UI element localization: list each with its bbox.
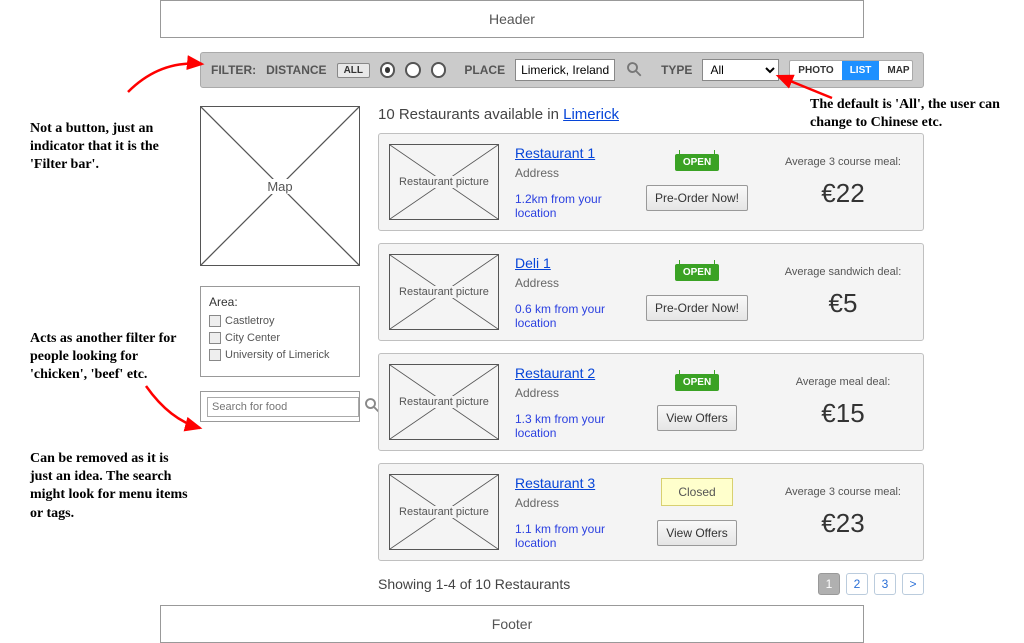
filter-label: FILTER: <box>211 63 256 77</box>
results-location-link[interactable]: Limerick <box>563 106 619 123</box>
restaurant-name-link[interactable]: Deli 1 <box>515 255 551 271</box>
type-select[interactable]: All <box>702 59 779 81</box>
restaurant-cta-button[interactable]: View Offers <box>657 520 737 546</box>
distance-radio-1[interactable] <box>380 62 395 78</box>
restaurant-address: Address <box>515 496 621 510</box>
area-title: Area: <box>209 295 351 309</box>
page-2[interactable]: 2 <box>846 573 868 595</box>
restaurant-name-link[interactable]: Restaurant 2 <box>515 365 595 381</box>
distance-radio-2[interactable] <box>405 62 420 78</box>
restaurant-thumb[interactable]: Restaurant picture <box>389 474 499 550</box>
map-placeholder[interactable]: Map <box>200 106 360 266</box>
price-value: €15 <box>773 398 913 429</box>
pager: 1 2 3 > <box>818 573 924 595</box>
open-badge: OPEN <box>675 264 719 281</box>
restaurant-distance: 1.2km from your location <box>515 192 621 220</box>
restaurant-cta-button[interactable]: Pre-Order Now! <box>646 295 748 321</box>
food-search-input[interactable] <box>207 397 359 417</box>
area-option[interactable]: Castletroy <box>209 315 351 327</box>
annotation-text: Not a button, just an indicator that it … <box>30 120 190 175</box>
restaurant-distance: 1.3 km from your location <box>515 412 621 440</box>
checkbox-icon[interactable] <box>209 332 221 344</box>
area-filter: Area: Castletroy City Center University … <box>200 286 360 377</box>
restaurant-distance: 0.6 km from your location <box>515 302 621 330</box>
page-next[interactable]: > <box>902 573 924 595</box>
open-badge: OPEN <box>675 374 719 391</box>
annotation-text: The default is 'All', the user can chang… <box>810 96 1020 132</box>
results-showing: Showing 1-4 of 10 Restaurants <box>378 576 570 592</box>
price-value: €23 <box>773 508 913 539</box>
distance-all-pill[interactable]: ALL <box>337 63 370 78</box>
distance-label: DISTANCE <box>266 63 326 77</box>
view-list[interactable]: LIST <box>842 61 880 80</box>
search-icon[interactable] <box>625 60 643 81</box>
restaurant-cta-button[interactable]: View Offers <box>657 405 737 431</box>
restaurant-address: Address <box>515 276 621 290</box>
header: Header <box>160 0 864 38</box>
price-value: €22 <box>773 178 913 209</box>
page-1[interactable]: 1 <box>818 573 840 595</box>
area-option[interactable]: City Center <box>209 332 351 344</box>
restaurant-card: Restaurant picture Restaurant 2 Address 1.3… <box>378 353 924 451</box>
restaurant-address: Address <box>515 386 621 400</box>
footer: Footer <box>160 605 864 643</box>
restaurant-name-link[interactable]: Restaurant 3 <box>515 475 595 491</box>
area-option[interactable]: University of Limerick <box>209 349 351 361</box>
place-label: PLACE <box>464 63 505 77</box>
restaurant-name-link[interactable]: Restaurant 1 <box>515 145 595 161</box>
checkbox-icon[interactable] <box>209 315 221 327</box>
distance-radio-3[interactable] <box>431 62 446 78</box>
open-badge: OPEN <box>675 154 719 171</box>
place-input[interactable] <box>515 59 615 81</box>
price-label: Average 3 course meal: <box>773 156 913 168</box>
restaurant-card: Restaurant picture Restaurant 1 Address 1.2… <box>378 133 924 231</box>
price-value: €5 <box>773 288 913 319</box>
restaurant-distance: 1.1 km from your location <box>515 522 621 550</box>
restaurant-thumb[interactable]: Restaurant picture <box>389 144 499 220</box>
annotation-text: Can be removed as it is just an idea. Th… <box>30 450 190 523</box>
page-3[interactable]: 3 <box>874 573 896 595</box>
annotation-arrow <box>120 50 210 100</box>
price-label: Average 3 course meal: <box>773 486 913 498</box>
annotation-arrow <box>140 380 210 440</box>
restaurant-card: Restaurant picture Deli 1 Address 0.6 km fr… <box>378 243 924 341</box>
restaurant-card: Restaurant picture Restaurant 3 Address 1.1… <box>378 463 924 561</box>
annotation-text: Acts as another filter for people lookin… <box>30 330 180 385</box>
view-map[interactable]: MAP <box>879 61 913 80</box>
closed-badge: Closed <box>661 478 732 506</box>
price-label: Average meal deal: <box>773 376 913 388</box>
price-label: Average sandwich deal: <box>773 266 913 278</box>
type-label: TYPE <box>661 63 692 77</box>
checkbox-icon[interactable] <box>209 349 221 361</box>
food-search <box>200 391 360 422</box>
restaurant-cta-button[interactable]: Pre-Order Now! <box>646 185 748 211</box>
restaurant-thumb[interactable]: Restaurant picture <box>389 254 499 330</box>
restaurant-address: Address <box>515 166 621 180</box>
restaurant-thumb[interactable]: Restaurant picture <box>389 364 499 440</box>
map-label: Map <box>265 179 294 194</box>
